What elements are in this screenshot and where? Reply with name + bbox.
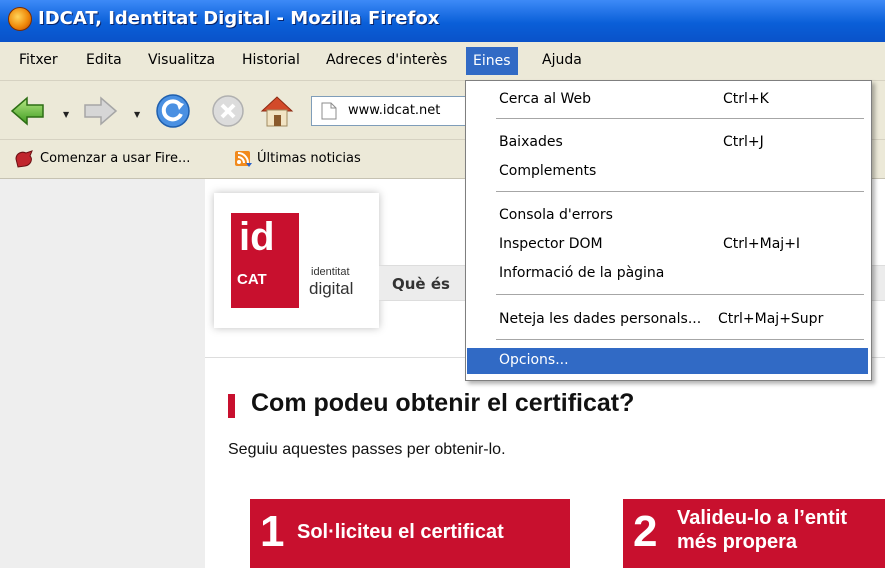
step-2-label-line2: més propera (677, 531, 798, 553)
rss-feed-icon (235, 151, 252, 167)
step-1-label: Sol·liciteu el certificat (297, 521, 504, 543)
menu-item-label: Complements (499, 163, 597, 179)
url-text: www.idcat.net (348, 103, 441, 118)
page-left-gutter (0, 179, 206, 568)
forward-arrow-icon[interactable] (82, 93, 118, 129)
tools-menu-popup: Cerca al Web Ctrl+K Baixades Ctrl+J Comp… (465, 80, 872, 381)
step-2-number: 2 (633, 507, 658, 556)
menu-fitxer[interactable]: Fitxer (19, 52, 58, 68)
menu-item-label: Consola d'errors (499, 207, 613, 223)
back-dropdown-icon[interactable]: ▼ (63, 110, 69, 119)
menu-item-complements[interactable]: Complements (467, 159, 868, 185)
menu-item-label: Neteja les dades personals... (499, 311, 702, 327)
menubar: Fitxer Edita Visualitza Historial Adrece… (0, 42, 885, 81)
menu-item-label: Inspector DOM (499, 236, 603, 252)
menu-item-neteja-dades[interactable]: Neteja les dades personals... Ctrl+Maj+S… (467, 307, 868, 333)
menu-item-cerca-web[interactable]: Cerca al Web Ctrl+K (467, 87, 868, 113)
menu-item-accel: Ctrl+K (723, 91, 769, 107)
url-field[interactable]: www.idcat.net (311, 96, 483, 126)
nav-que-es-link[interactable]: Què és (392, 275, 450, 293)
menu-item-consola-errors[interactable]: Consola d'errors (467, 203, 868, 229)
heading-accent-bar (228, 394, 235, 418)
menu-item-informacio-pagina[interactable]: Informació de la pàgina (467, 261, 868, 287)
bookmark-red-icon (15, 150, 33, 168)
page-icon (321, 102, 337, 120)
menu-ajuda[interactable]: Ajuda (542, 52, 582, 68)
stop-icon[interactable] (210, 93, 246, 129)
menu-historial[interactable]: Historial (242, 52, 300, 68)
menu-item-opcions[interactable]: Opcions... (467, 348, 868, 374)
back-arrow-icon[interactable] (10, 93, 46, 129)
menu-separator (496, 191, 864, 192)
menu-separator (496, 339, 864, 340)
logo-red-block: id CAT (231, 213, 299, 308)
menu-item-label: Informació de la pàgina (499, 265, 665, 281)
page-heading: Com podeu obtenir el certificat? (251, 389, 635, 417)
menu-item-accel: Ctrl+Maj+Supr (718, 311, 824, 327)
menu-item-inspector-dom[interactable]: Inspector DOM Ctrl+Maj+I (467, 232, 868, 258)
window-title: IDCAT, Identitat Digital - Mozilla Firef… (38, 8, 440, 29)
menu-separator (496, 294, 864, 295)
logo-identitat-text: identitat (311, 266, 350, 278)
menu-item-label: Cerca al Web (499, 91, 592, 107)
menu-visualitza[interactable]: Visualitza (148, 52, 215, 68)
menu-item-label: Opcions... (499, 352, 569, 368)
idcat-logo[interactable]: id CAT identitat digital (214, 193, 379, 328)
window-titlebar: IDCAT, Identitat Digital - Mozilla Firef… (0, 0, 885, 42)
step-1-number: 1 (260, 507, 285, 556)
forward-dropdown-icon[interactable]: ▼ (134, 110, 140, 119)
page-subtext: Seguiu aquestes passes per obtenir-lo. (228, 441, 506, 458)
firefox-icon (8, 7, 32, 31)
logo-digital-text: digital (309, 279, 354, 298)
logo-id-text: id (239, 215, 275, 259)
logo-cat-text: CAT (237, 271, 267, 288)
menu-edita[interactable]: Edita (86, 52, 122, 68)
menu-eines[interactable]: Eines (466, 47, 518, 75)
menu-item-accel: Ctrl+Maj+I (723, 236, 801, 252)
bookmark-comenzar[interactable]: Comenzar a usar Fire... (40, 151, 190, 166)
menu-item-accel: Ctrl+J (723, 134, 764, 150)
step-2-label-line1: Valideu-lo a l’entit (677, 507, 848, 529)
reload-icon[interactable] (155, 93, 191, 129)
step-2-button[interactable]: 2 Valideu-lo a l’entit més propera (623, 499, 885, 568)
home-icon[interactable] (259, 93, 295, 129)
menu-adreces[interactable]: Adreces d'interès (326, 52, 447, 68)
bookmark-ultimas-noticias[interactable]: Últimas noticias (257, 151, 361, 166)
menu-item-label: Baixades (499, 134, 563, 150)
menu-separator (496, 118, 864, 119)
step-1-button[interactable]: 1 Sol·liciteu el certificat (250, 499, 570, 568)
menu-item-baixades[interactable]: Baixades Ctrl+J (467, 130, 868, 156)
